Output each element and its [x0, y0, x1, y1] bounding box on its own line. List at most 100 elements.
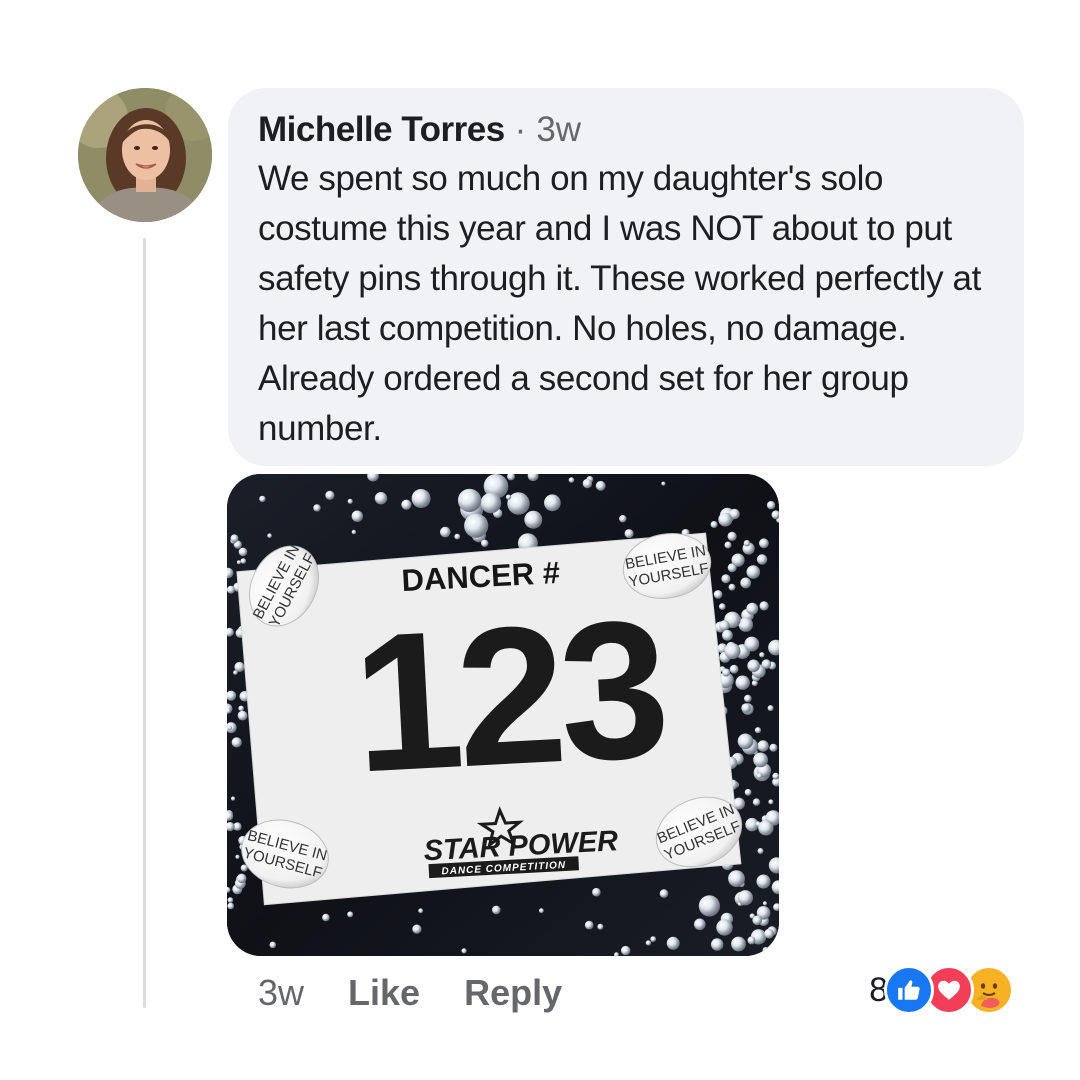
rhinestone [480, 492, 502, 514]
comment-screenshot: Michelle Torres · 3w We spent so much on… [0, 0, 1080, 1080]
rhinestone [767, 705, 774, 712]
rhinestone [325, 490, 335, 500]
rhinestone [411, 489, 431, 508]
rhinestone [729, 664, 739, 674]
rhinestone [568, 477, 575, 483]
rhinestone [740, 577, 752, 589]
rhinestone [235, 854, 240, 859]
like-reaction-icon [884, 965, 934, 1015]
rhinestone [719, 620, 730, 631]
rhinestone [758, 820, 774, 836]
rhinestone [746, 565, 761, 579]
rhinestone [236, 560, 241, 565]
rhinestone [756, 773, 763, 779]
comment-text: We spent so much on my daughter's solo c… [258, 159, 981, 448]
rhinestone [753, 752, 768, 768]
rhinestone [347, 911, 354, 918]
rhinestone [728, 870, 745, 887]
rhinestone [759, 538, 769, 549]
bib-number: 123 [348, 579, 668, 814]
rhinestone [236, 873, 247, 884]
rhinestone [744, 636, 760, 652]
rhinestone [713, 590, 723, 599]
rhinestone [418, 908, 424, 914]
rhinestone [582, 478, 593, 489]
rhinestone [744, 694, 752, 703]
rhinestone [769, 743, 778, 752]
action-timestamp[interactable]: 3w [258, 972, 304, 1014]
comment-actions: 3w Like Reply [258, 966, 606, 1020]
rhinestone [650, 936, 657, 942]
rhinestone [694, 918, 706, 931]
rhinestone [738, 617, 753, 632]
rhinestone [752, 915, 762, 926]
rhinestone [505, 494, 512, 500]
rhinestone [727, 531, 737, 541]
rhinestone [710, 521, 718, 528]
rhinestone [746, 602, 759, 615]
rhinestone [747, 936, 756, 945]
rhinestone [759, 652, 765, 658]
attached-photo[interactable]: DANCER # 123 STAR POWER DANCE COMPETITIO… [227, 474, 779, 956]
rhinestone [721, 574, 731, 584]
rhinestone [544, 494, 561, 512]
rhinestone [231, 796, 236, 801]
rhinestone [351, 529, 357, 535]
rhinestone [757, 740, 769, 752]
rhinestone [240, 558, 247, 564]
rhinestone [351, 510, 363, 522]
rhinestone [762, 947, 769, 954]
rhinestone [313, 504, 321, 512]
author-name[interactable]: Michelle Torres [258, 108, 505, 152]
rhinestone [227, 897, 234, 903]
rhinestone [724, 541, 732, 549]
rhinestone [227, 585, 235, 594]
rhinestone [735, 675, 750, 690]
rhinestone [595, 480, 606, 491]
rhinestone [762, 901, 768, 906]
like-button[interactable]: Like [348, 972, 420, 1014]
avatar[interactable] [78, 88, 212, 222]
rhinestone [761, 659, 772, 669]
rhinestone [238, 705, 244, 712]
rhinestone [481, 539, 489, 547]
rhinestone [722, 629, 733, 641]
rhinestone [227, 725, 232, 730]
rhinestone [752, 798, 761, 806]
rhinestone [718, 512, 733, 527]
rhinestone [754, 727, 762, 734]
rhinestone [259, 495, 266, 503]
rhinestone [619, 515, 627, 523]
rhinestone [412, 924, 422, 934]
rhinestone [716, 919, 733, 936]
rhinestone [230, 534, 239, 543]
rhinestone [237, 710, 248, 721]
rhinestone [539, 908, 544, 914]
comment-bubble: Michelle Torres · 3w We spent so much on… [228, 88, 1024, 466]
rhinestone [766, 501, 776, 510]
comment-timestamp[interactable]: 3w [536, 108, 581, 152]
rhinestone [461, 948, 467, 954]
rhinestone [722, 668, 731, 677]
rhinestone [756, 554, 768, 565]
rhinestone [772, 772, 779, 780]
rhinestone [719, 603, 726, 610]
reactions-summary[interactable]: 8 [869, 962, 1014, 1018]
rhinestone [747, 659, 760, 673]
rhinestone [492, 905, 501, 915]
rhinestone [728, 583, 736, 591]
rhinestone [743, 540, 751, 547]
reply-button[interactable]: Reply [464, 972, 562, 1014]
rhinestone [759, 601, 769, 611]
rhinestone [768, 799, 774, 805]
rhinestone [724, 643, 741, 660]
rhinestone [597, 923, 604, 930]
rhinestone [233, 670, 238, 675]
rhinestone [764, 928, 774, 939]
rhinestone [227, 902, 234, 910]
rhinestone [457, 488, 482, 513]
thread-line [143, 238, 146, 1008]
rhinestone [756, 874, 771, 889]
rhinestone [401, 499, 412, 510]
rhinestone [741, 703, 751, 713]
